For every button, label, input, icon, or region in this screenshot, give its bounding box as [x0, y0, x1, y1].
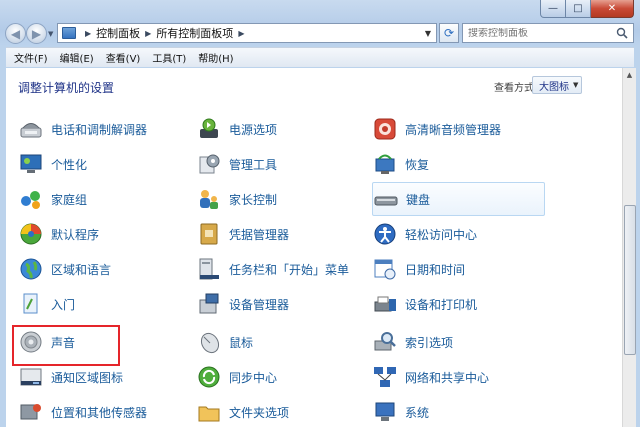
close-button[interactable]: ✕: [591, 0, 634, 18]
notification-area-icons-icon: [20, 368, 42, 386]
date-time-icon: [374, 259, 396, 280]
homegroup-icon: [21, 191, 40, 209]
menu-help[interactable]: 帮助(H): [198, 50, 233, 65]
device-manager-icon: [199, 293, 219, 314]
taskbar-start-menu-icon: [199, 258, 219, 280]
ease-of-access-icon: [374, 223, 396, 245]
cp-item-getting-started[interactable]: 入门: [18, 287, 75, 321]
getting-started-icon: [23, 293, 38, 314]
cp-item-admin-tools[interactable]: 管理工具: [196, 147, 277, 181]
indexing-options-icon: [374, 332, 396, 351]
folder-options-icon: [198, 406, 220, 422]
chevron-down-icon: ▼: [573, 81, 579, 89]
breadcrumb-control-panel[interactable]: 控制面板: [96, 25, 140, 41]
cp-item-personalization[interactable]: 个性化: [18, 147, 87, 181]
location-sensors-icon: [20, 404, 41, 420]
power-options-icon: [200, 118, 218, 138]
keyboard-icon: [374, 196, 398, 206]
maximize-button[interactable]: □: [566, 0, 591, 18]
cp-item-hd-audio[interactable]: 高清晰音频管理器: [372, 112, 501, 146]
content-pane: 调整计算机的设置 查看方式: 大图标 ▼ 电话和调制解调器 电源选项 高清晰音频…: [6, 68, 622, 427]
chevron-right-icon[interactable]: ▶: [145, 29, 151, 38]
phone-modem-icon: [20, 123, 42, 138]
view-by-value: 大图标: [539, 81, 569, 93]
personalization-icon: [20, 154, 42, 173]
menu-view[interactable]: 查看(V): [106, 50, 141, 65]
recent-pages-dropdown[interactable]: ▼: [48, 30, 56, 38]
cp-item-ease-of-access[interactable]: 轻松访问中心: [372, 217, 477, 251]
credential-manager-icon: [200, 223, 218, 245]
devices-printers-icon: [374, 296, 396, 312]
cp-item-homegroup[interactable]: 家庭组: [18, 182, 87, 216]
chevron-right-icon[interactable]: ▶: [85, 29, 91, 38]
cp-item-network-sharing[interactable]: 网络和共享中心: [372, 360, 489, 394]
cp-item-recovery[interactable]: 恢复: [372, 147, 429, 181]
region-language-icon: [20, 258, 42, 280]
breadcrumb-all-items[interactable]: 所有控制面板项: [156, 25, 233, 41]
caption-buttons: — □ ✕: [540, 0, 634, 18]
page-title: 调整计算机的设置: [18, 81, 115, 95]
refresh-button[interactable]: ⟳: [439, 23, 459, 43]
mouse-icon: [200, 332, 220, 354]
cp-item-date-time[interactable]: 日期和时间: [372, 252, 465, 286]
search-icon[interactable]: [616, 27, 628, 39]
address-dropdown-icon[interactable]: ▼: [420, 24, 436, 42]
cp-item-keyboard[interactable]: 键盘: [372, 182, 545, 216]
cp-item-region-language[interactable]: 区域和语言: [18, 252, 111, 286]
network-sharing-icon: [374, 367, 396, 387]
cp-item-sync-center[interactable]: 同步中心: [196, 360, 277, 394]
menu-edit[interactable]: 编辑(E): [60, 50, 94, 65]
cp-item-credential-manager[interactable]: 凭据管理器: [196, 217, 289, 251]
cp-item-default-programs[interactable]: 默认程序: [18, 217, 99, 251]
cp-item-location-sensors[interactable]: 位置和其他传感器: [18, 395, 147, 427]
back-button[interactable]: ◀: [5, 23, 26, 44]
cp-item-device-manager[interactable]: 设备管理器: [196, 287, 289, 321]
cp-item-mouse[interactable]: 鼠标: [196, 325, 253, 359]
cp-item-indexing-options[interactable]: 索引选项: [372, 325, 453, 359]
cp-item-folder-options[interactable]: 文件夹选项: [196, 395, 289, 427]
cp-item-devices-printers[interactable]: 设备和打印机: [372, 287, 477, 321]
navigation-bar: ◀ ▶ ▼ ▶ 控制面板 ▶ 所有控制面板项 ▶ ▼ ⟳: [0, 18, 640, 46]
sync-center-icon: [198, 366, 220, 388]
view-by-dropdown[interactable]: 大图标 ▼: [532, 76, 582, 94]
scroll-thumb[interactable]: [624, 205, 636, 355]
default-programs-icon: [20, 223, 42, 245]
menu-bar: 文件(F) 编辑(E) 查看(V) 工具(T) 帮助(H): [6, 47, 634, 67]
minimize-button[interactable]: —: [540, 0, 566, 18]
hd-audio-manager-icon: [374, 118, 396, 140]
menu-file[interactable]: 文件(F): [14, 50, 48, 65]
window-frame: — □ ✕ ◀ ▶ ▼ ▶ 控制面板 ▶ 所有控制面板项 ▶ ▼ ⟳ 文件(F)…: [0, 0, 640, 427]
cp-item-phone-modem[interactable]: 电话和调制解调器: [18, 112, 147, 146]
vertical-scrollbar[interactable]: ▲: [622, 68, 636, 427]
cp-item-taskbar-start-menu[interactable]: 任务栏和「开始」菜单: [196, 252, 349, 286]
forward-button[interactable]: ▶: [26, 23, 47, 44]
system-icon: [375, 402, 395, 421]
search-input[interactable]: [468, 27, 608, 39]
cp-item-parental-controls[interactable]: 家长控制: [196, 182, 277, 216]
control-panel-icon: [62, 27, 76, 39]
sound-highlight-box: [12, 325, 120, 366]
menu-tools[interactable]: 工具(T): [152, 50, 186, 65]
address-bar[interactable]: ▶ 控制面板 ▶ 所有控制面板项 ▶ ▼: [57, 23, 437, 43]
view-by-label: 查看方式:: [494, 83, 538, 94]
chevron-right-icon[interactable]: ▶: [238, 29, 244, 38]
search-box[interactable]: [462, 23, 634, 43]
parental-controls-icon: [200, 190, 218, 209]
recovery-icon: [375, 154, 395, 174]
cp-item-power-options[interactable]: 电源选项: [196, 112, 277, 146]
admin-tools-icon: [199, 154, 220, 174]
scroll-up-icon[interactable]: ▲: [623, 68, 636, 82]
cp-item-system[interactable]: 系统: [372, 395, 429, 427]
